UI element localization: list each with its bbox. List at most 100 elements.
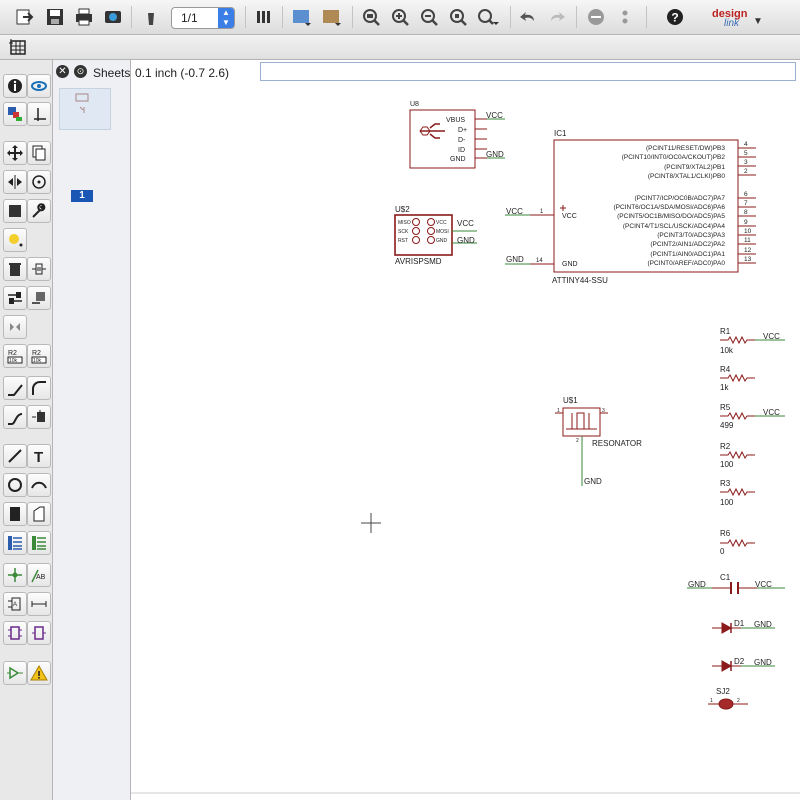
net-tool-icon[interactable]: [27, 531, 51, 555]
zoom-in-icon[interactable]: [388, 5, 412, 29]
sheet-settings-icon[interactable]: ⊙: [74, 65, 87, 78]
ic1-pin-num-5: 5: [744, 150, 748, 157]
arc-tool-icon[interactable]: [27, 473, 51, 497]
change-tool-icon[interactable]: [27, 199, 51, 223]
d2-net: GND: [754, 658, 772, 667]
polygon-tool-icon[interactable]: [27, 502, 51, 526]
label-tool-icon[interactable]: AB: [27, 563, 51, 587]
us2-pin-vcc: VCC: [436, 220, 447, 226]
sheets-panel: ✕ ⊙ Sheets 1: [53, 60, 131, 800]
resistor-r2[interactable]: [720, 450, 755, 460]
group-tool-icon[interactable]: [3, 199, 27, 223]
resistor-r4[interactable]: [720, 373, 755, 383]
zoom-select-icon[interactable]: [476, 5, 500, 29]
show-tool-icon[interactable]: [27, 74, 51, 98]
warning-icon[interactable]: [27, 661, 51, 685]
designlink-logo[interactable]: design link ▼: [708, 6, 768, 30]
junction-tool-icon[interactable]: [3, 563, 27, 587]
info-tool-icon[interactable]: [3, 74, 27, 98]
layers-icon[interactable]: [252, 5, 276, 29]
close-icon[interactable]: ✕: [56, 65, 69, 78]
ic1-pin-num-3: 3: [744, 159, 748, 166]
resistor-r3[interactable]: [720, 487, 755, 497]
ic1-net-vcc: VCC: [506, 207, 523, 216]
print-icon[interactable]: [72, 5, 96, 29]
mirror-tool-icon[interactable]: [3, 170, 27, 194]
sj2-ref: SJ2: [716, 687, 730, 696]
redo-icon[interactable]: [545, 5, 569, 29]
ic1-pin-name-pa3: (PCINT3/T0/ADC3)PA3: [657, 232, 725, 239]
r5-net: VCC: [763, 408, 780, 417]
text-tool-icon[interactable]: T: [27, 444, 51, 468]
copy-tool-icon[interactable]: [27, 141, 51, 165]
resistor-r6[interactable]: [720, 538, 755, 548]
us2-pin-gnd: GND: [436, 238, 448, 244]
ic1-pin-num-12: 12: [744, 247, 752, 254]
paste-icon[interactable]: [139, 5, 163, 29]
grid-settings-icon[interactable]: [8, 38, 28, 59]
schematic-canvas[interactable]: U8 VBUS D+ D- ID GND VCC GND U$2 MISO SC…: [131, 86, 800, 796]
delete-tool-icon[interactable]: [3, 257, 27, 281]
svg-text:R2: R2: [8, 350, 17, 357]
ic1-pin-name-pa2: (PCINT2/AIN1/ADC2)PA2: [650, 241, 725, 248]
pinswap-tool-icon[interactable]: [3, 286, 27, 310]
display-tool-icon[interactable]: [3, 102, 27, 126]
ic1-pin-num-10: 10: [744, 228, 752, 235]
zoom-out-icon[interactable]: [417, 5, 441, 29]
undo-icon[interactable]: [516, 5, 540, 29]
grid-icon[interactable]: [290, 5, 314, 29]
ic1-pin-num-14: 14: [536, 258, 543, 264]
sheet-thumbnail[interactable]: [59, 88, 111, 130]
r6-value: 0: [720, 547, 725, 556]
ic1-right-pins: (PCINT11/RESET/DW)PB3 4 (PCINT10/INT0/OC…: [614, 141, 752, 267]
dimension-tool-icon[interactable]: [27, 592, 51, 616]
logo-text-link: link: [724, 18, 740, 29]
u8-pin-id: ID: [458, 147, 465, 154]
frame-tool-icon[interactable]: [3, 621, 27, 645]
svg-text:?: ?: [671, 11, 678, 25]
mark-tool-icon[interactable]: [27, 102, 51, 126]
command-bar: 0.1 inch (-0.7 2.6): [131, 62, 800, 84]
sheet-number[interactable]: 1: [71, 190, 93, 202]
name-tool-icon[interactable]: R2 10k: [3, 344, 27, 368]
attribute-tool-icon[interactable]: A: [3, 592, 27, 616]
main-toolbar: 1/1 ▲ ▼ ? design link ▼: [0, 0, 800, 35]
r1-ref: R1: [720, 327, 731, 336]
page-selector[interactable]: 1/1 ▲ ▼: [171, 7, 235, 29]
gateswap-tool-icon[interactable]: [3, 315, 27, 339]
save-icon[interactable]: [43, 5, 67, 29]
errc-tool-icon[interactable]: [3, 661, 27, 685]
module-tool-icon[interactable]: [27, 621, 51, 645]
paint-tool-icon[interactable]: [3, 228, 27, 252]
miter-tool-icon[interactable]: [27, 376, 51, 400]
cam-icon[interactable]: [101, 5, 125, 29]
help-icon[interactable]: ?: [663, 5, 687, 29]
rect-tool-icon[interactable]: [3, 502, 27, 526]
svg-text:AB: AB: [36, 574, 46, 581]
move-tool-icon[interactable]: [3, 141, 27, 165]
ic1-pin-num-11: 11: [744, 237, 751, 244]
resonator-ref: U$1: [563, 396, 578, 405]
dot-icon[interactable]: [613, 5, 637, 29]
smash-tool-icon[interactable]: [3, 376, 27, 400]
replace-tool-icon[interactable]: [27, 286, 51, 310]
open-icon[interactable]: [12, 5, 36, 29]
command-input[interactable]: [260, 62, 796, 81]
grid-coordinate: 0.1 inch (-0.7 2.6): [135, 66, 230, 80]
invoke-tool-icon[interactable]: [27, 405, 51, 429]
split-tool-icon[interactable]: [3, 405, 27, 429]
solderjumper-sj2[interactable]: [708, 698, 748, 710]
rotate-tool-icon[interactable]: [27, 170, 51, 194]
circle-tool-icon[interactable]: [3, 473, 27, 497]
stop-icon[interactable]: [584, 5, 608, 29]
zoom-redraw-icon[interactable]: [446, 5, 470, 29]
add-tool-icon[interactable]: [27, 257, 51, 281]
r4-ref: R4: [720, 365, 731, 374]
value-tool-icon[interactable]: R2 10k: [27, 344, 51, 368]
page-spinner[interactable]: ▲ ▼: [218, 8, 234, 28]
layer-settings-icon[interactable]: [320, 5, 344, 29]
bus-tool-icon[interactable]: [3, 531, 27, 555]
zoom-fit-icon[interactable]: [359, 5, 383, 29]
us2-pin-sck: SCK: [398, 229, 409, 235]
wire-tool-icon[interactable]: [3, 444, 27, 468]
